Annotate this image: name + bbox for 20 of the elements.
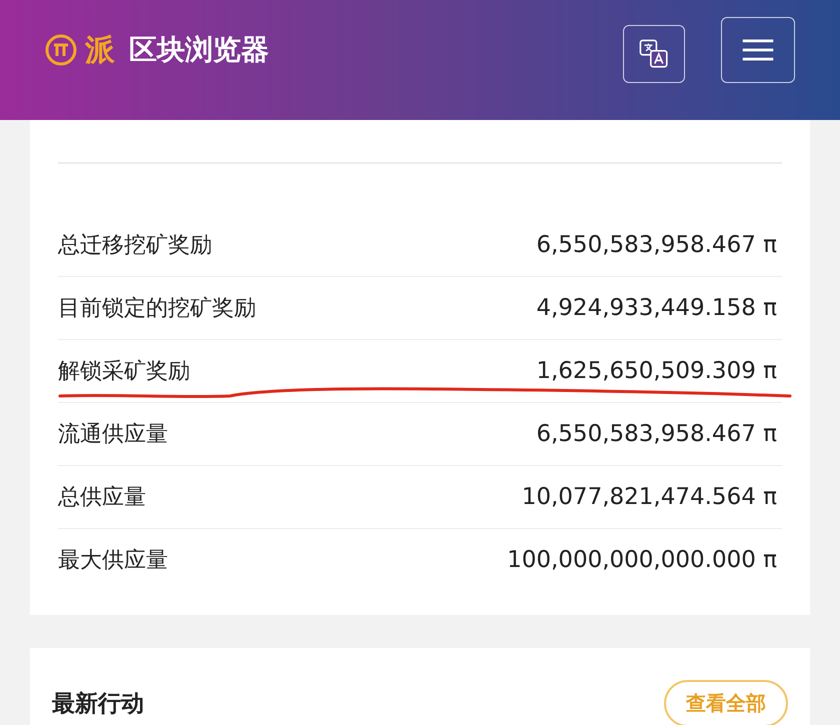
supply-label: 总供应量 — [58, 484, 146, 512]
translate-icon — [638, 38, 670, 70]
supply-label: 总迁移挖矿奖励 — [58, 232, 212, 260]
supply-value: 6,550,583,958.467 π — [536, 421, 777, 447]
logo-mark: 派 — [85, 32, 115, 70]
supply-value: 6,550,583,958.467 π — [536, 232, 777, 258]
section-title: 最新行动 — [52, 690, 144, 718]
supply-label: 最大供应量 — [58, 547, 168, 575]
translate-button[interactable] — [623, 25, 685, 83]
supply-label: 目前锁定的挖矿奖励 — [58, 295, 256, 323]
supply-value: 100,000,000,000.000 π — [507, 547, 777, 573]
supply-value: 4,924,933,449.158 π — [536, 295, 777, 321]
view-all-button[interactable]: 查看全部 — [664, 680, 788, 725]
supply-label: 解锁采矿奖励 — [58, 358, 190, 386]
supply-value: 1,625,650,509.309 π — [536, 358, 777, 384]
supply-value: 10,077,821,474.564 π — [522, 484, 777, 510]
pi-logo-icon — [45, 34, 77, 66]
supply-label: 流通供应量 — [58, 421, 168, 449]
site-title: 区块浏览器 — [129, 32, 269, 68]
menu-button[interactable] — [721, 17, 795, 83]
